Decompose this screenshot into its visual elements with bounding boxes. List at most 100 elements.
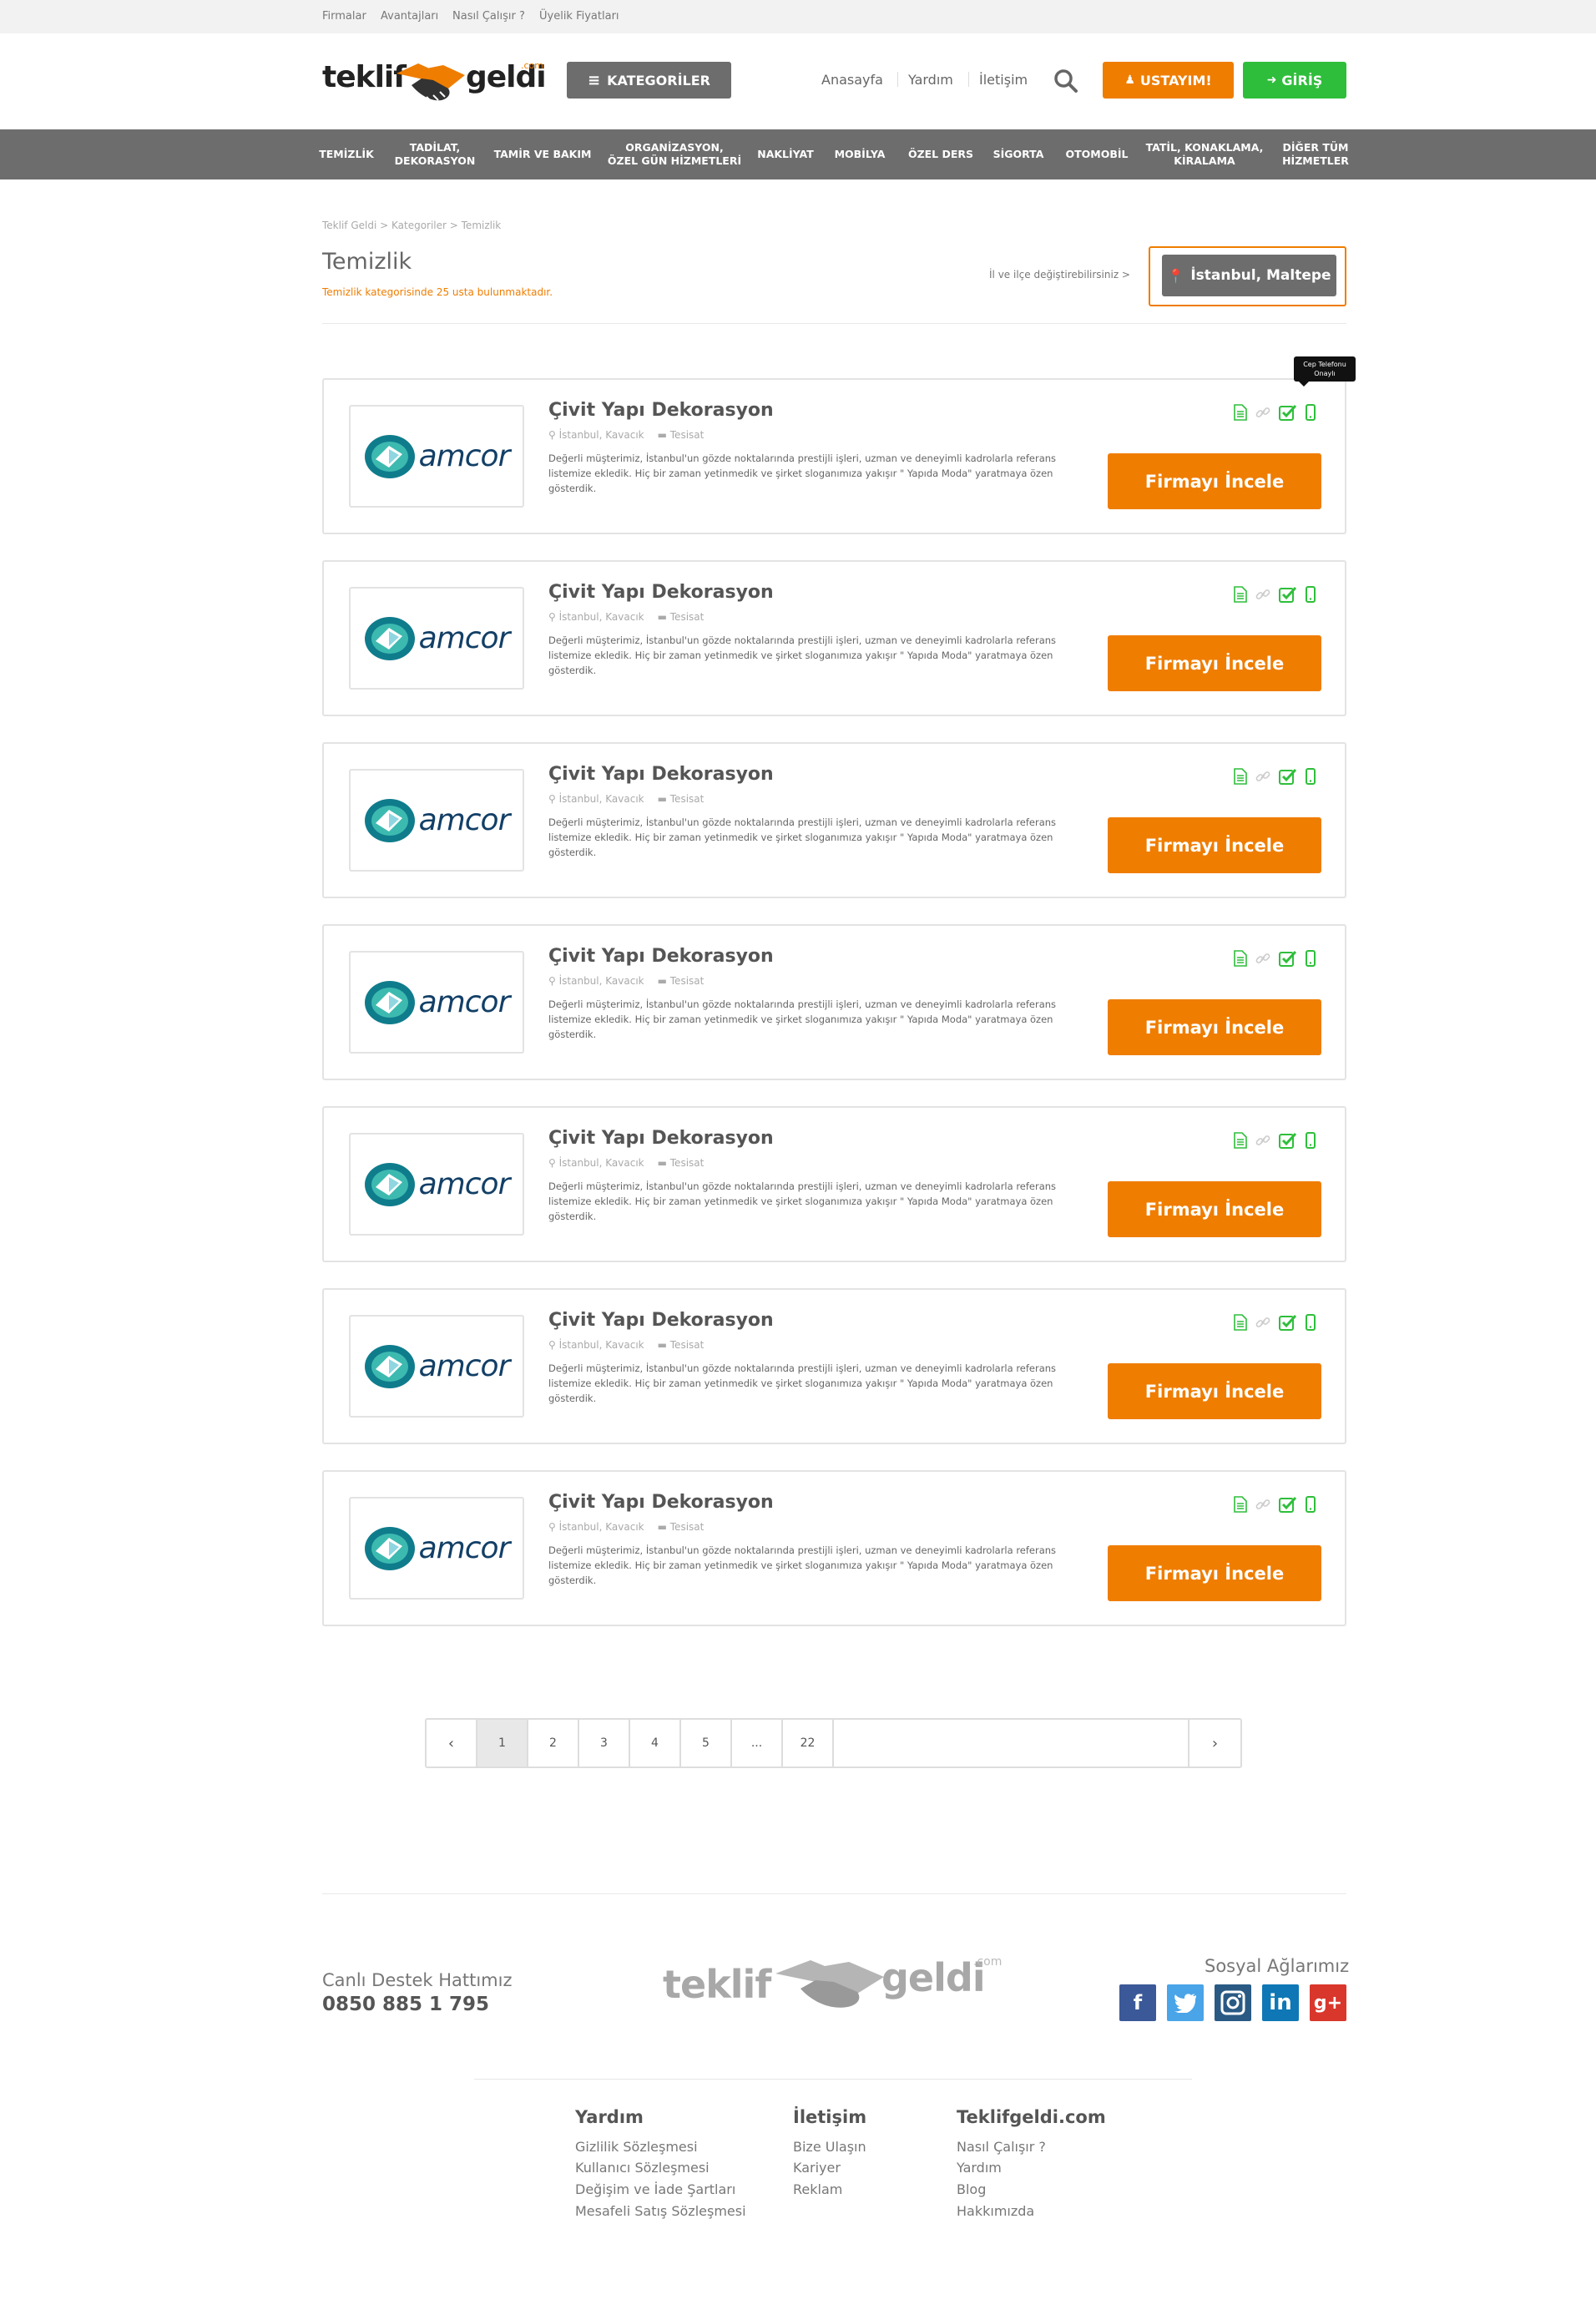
mobile-phone-icon[interactable]	[1306, 1496, 1316, 1513]
categories-button[interactable]: ≡ KATEGORİLER	[567, 62, 731, 99]
company-name[interactable]: Çivit Yapı Dekorasyon	[548, 400, 774, 421]
top-link-nasil-calisir[interactable]: Nasıl Çalışır ?	[452, 10, 525, 23]
company-name[interactable]: Çivit Yapı Dekorasyon	[548, 1128, 774, 1149]
link-icon[interactable]	[1255, 587, 1270, 602]
category-sigorta[interactable]: SİGORTA	[985, 129, 1052, 179]
check-square-icon[interactable]	[1279, 1314, 1297, 1331]
document-icon[interactable]	[1234, 1496, 1247, 1513]
pagination-page[interactable]: 3	[579, 1720, 630, 1767]
document-icon[interactable]	[1234, 404, 1247, 421]
login-button[interactable]: ➜ GİRİŞ	[1243, 62, 1346, 99]
linkedin-icon[interactable]: in	[1262, 1984, 1299, 2021]
footer-link[interactable]: Mesafeli Satış Sözleşmesi	[575, 2203, 746, 2219]
mobile-phone-icon[interactable]	[1306, 586, 1316, 603]
link-icon[interactable]	[1255, 951, 1270, 966]
footer-link[interactable]: Kariyer	[793, 2160, 841, 2176]
footer-link[interactable]: Blog	[957, 2181, 986, 2197]
category-tamir[interactable]: TAMİR VE BAKIM	[491, 129, 594, 179]
mobile-phone-icon[interactable]	[1306, 950, 1316, 967]
company-logo[interactable]: amcor	[349, 769, 524, 872]
document-icon[interactable]	[1234, 586, 1247, 603]
pagination-page[interactable]: 2	[528, 1720, 579, 1767]
company-logo[interactable]: amcor	[349, 951, 524, 1054]
category-temizlik[interactable]: TEMİZLİK	[316, 129, 377, 179]
mobile-phone-icon[interactable]	[1306, 1314, 1316, 1331]
mobile-phone-icon[interactable]	[1306, 768, 1316, 785]
document-icon[interactable]	[1234, 950, 1247, 967]
document-icon[interactable]	[1234, 1314, 1247, 1331]
company-logo[interactable]: amcor	[349, 1133, 524, 1236]
twitter-icon[interactable]	[1167, 1984, 1204, 2021]
company-logo[interactable]: amcor	[349, 1315, 524, 1418]
footer-logo[interactable]: teklif geldi .com	[659, 1945, 1010, 2029]
company-name[interactable]: Çivit Yapı Dekorasyon	[548, 1492, 774, 1513]
view-company-button[interactable]: Firmayı İncele	[1108, 1545, 1321, 1601]
document-icon[interactable]	[1234, 1132, 1247, 1149]
footer-link[interactable]: Gizlilik Sözleşmesi	[575, 2139, 698, 2155]
footer-link[interactable]: Hakkımızda	[957, 2203, 1034, 2219]
link-icon[interactable]	[1255, 405, 1270, 420]
location-button[interactable]: 📍 İstanbul, Maltepe	[1162, 255, 1336, 296]
top-link-avantajlari[interactable]: Avantajları	[381, 10, 438, 23]
company-name[interactable]: Çivit Yapı Dekorasyon	[548, 764, 774, 785]
view-company-button[interactable]: Firmayı İncele	[1108, 817, 1321, 873]
company-name[interactable]: Çivit Yapı Dekorasyon	[548, 1310, 774, 1331]
check-square-icon[interactable]	[1279, 404, 1297, 421]
pagination-next[interactable]: ›	[1189, 1720, 1240, 1767]
link-icon[interactable]	[1255, 1315, 1270, 1330]
site-logo[interactable]: teklif geldi .com	[322, 55, 547, 109]
footer-link[interactable]: Bize Ulaşın	[793, 2139, 866, 2155]
document-icon[interactable]	[1234, 768, 1247, 785]
footer-link[interactable]: Kullanıcı Sözleşmesi	[575, 2160, 710, 2176]
link-icon[interactable]	[1255, 769, 1270, 784]
category-ozel-ders[interactable]: ÖZEL DERS	[902, 129, 980, 179]
category-nakliyat[interactable]: NAKLİYAT	[752, 129, 819, 179]
footer-link[interactable]: Yardım	[957, 2160, 1002, 2176]
category-organizasyon[interactable]: ORGANİZASYON, ÖZEL GÜN HİZMETLERİ	[601, 129, 748, 179]
breadcrumb[interactable]: Teklif Geldi > Kategoriler > Temizlik	[322, 220, 501, 231]
footer-link[interactable]: Değişim ve İade Şartları	[575, 2181, 735, 2197]
mobile-phone-icon[interactable]	[1306, 1132, 1316, 1149]
view-company-button[interactable]: Firmayı İncele	[1108, 999, 1321, 1055]
view-company-button[interactable]: Firmayı İncele	[1108, 453, 1321, 509]
facebook-icon[interactable]: f	[1119, 1984, 1156, 2021]
pagination-prev[interactable]: ‹	[427, 1720, 477, 1767]
view-company-button[interactable]: Firmayı İncele	[1108, 1181, 1321, 1237]
top-link-firmalar[interactable]: Firmalar	[322, 10, 366, 23]
support-phone[interactable]: 0850 885 1 795	[322, 1994, 489, 2015]
company-name[interactable]: Çivit Yapı Dekorasyon	[548, 582, 774, 603]
view-company-button[interactable]: Firmayı İncele	[1108, 635, 1321, 691]
nav-yardim[interactable]: Yardım	[908, 72, 953, 88]
pagination-page[interactable]: 5	[681, 1720, 732, 1767]
search-icon[interactable]	[1053, 68, 1078, 94]
check-square-icon[interactable]	[1279, 586, 1297, 603]
company-name[interactable]: Çivit Yapı Dekorasyon	[548, 946, 774, 967]
mobile-phone-icon[interactable]	[1306, 404, 1316, 421]
category-mobilya[interactable]: MOBİLYA	[826, 129, 893, 179]
link-icon[interactable]	[1255, 1497, 1270, 1512]
company-logo[interactable]: amcor	[349, 405, 524, 508]
check-square-icon[interactable]	[1279, 950, 1297, 967]
pagination-page[interactable]: 4	[630, 1720, 681, 1767]
link-icon[interactable]	[1255, 1133, 1270, 1148]
company-logo[interactable]: amcor	[349, 1497, 524, 1600]
nav-anasayfa[interactable]: Anasayfa	[821, 72, 883, 88]
view-company-button[interactable]: Firmayı İncele	[1108, 1363, 1321, 1419]
footer-link[interactable]: Nasıl Çalışır ?	[957, 2139, 1046, 2155]
pagination-page[interactable]: 22	[783, 1720, 834, 1767]
category-tatil[interactable]: TATİL, KONAKLAMA, KİRALAMA	[1142, 129, 1267, 179]
ustayim-button[interactable]: ♟ USTAYIM!	[1103, 62, 1234, 99]
nav-iletisim[interactable]: İletişim	[979, 72, 1028, 88]
company-logo[interactable]: amcor	[349, 587, 524, 690]
check-square-icon[interactable]	[1279, 1132, 1297, 1149]
check-square-icon[interactable]	[1279, 1496, 1297, 1513]
category-otomobil[interactable]: OTOMOBİL	[1058, 129, 1135, 179]
top-link-uyelik-fiyatlari[interactable]: Üyelik Fiyatları	[539, 10, 619, 23]
instagram-icon[interactable]	[1215, 1984, 1251, 2021]
category-tadilat[interactable]: TADİLAT, DEKORASYON	[384, 129, 486, 179]
footer-link[interactable]: Reklam	[793, 2181, 842, 2197]
check-square-icon[interactable]	[1279, 768, 1297, 785]
category-diger[interactable]: DİĞER TÜM HİZMETLER	[1275, 129, 1356, 179]
pagination-page[interactable]: 1	[477, 1720, 528, 1767]
google-plus-icon[interactable]: g+	[1310, 1984, 1346, 2021]
